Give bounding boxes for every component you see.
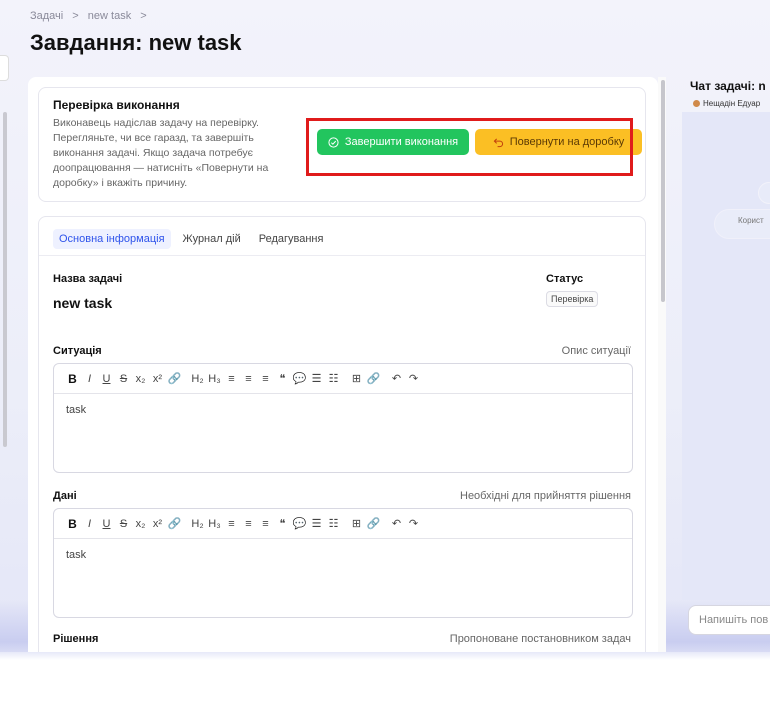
- heading3-button[interactable]: H₃: [206, 373, 223, 385]
- ordered-list-icon[interactable]: ☷: [325, 372, 342, 385]
- heading2-button[interactable]: H₂: [189, 373, 206, 385]
- chat-title: Чат задачі: n: [690, 79, 766, 93]
- main-panel: Перевірка виконання Виконавець надіслав …: [28, 77, 658, 652]
- align-center-icon[interactable]: ≡: [240, 373, 257, 385]
- breadcrumb: Задачі > new task >: [30, 10, 153, 22]
- link-icon[interactable]: 🔗: [365, 372, 382, 385]
- bullet-list-icon[interactable]: ☰: [308, 372, 325, 385]
- situation-label: Ситуація: [53, 345, 102, 357]
- data-hint: Необхідні для прийняття рішення: [460, 490, 631, 502]
- heading2-button[interactable]: H₂: [189, 518, 206, 530]
- review-title: Перевірка виконання: [53, 98, 180, 112]
- breadcrumb-separator: >: [140, 10, 147, 22]
- link-icon[interactable]: 🔗: [365, 517, 382, 530]
- page-title: Завдання: new task: [30, 30, 242, 55]
- align-right-icon[interactable]: ≡: [257, 373, 274, 385]
- align-left-icon[interactable]: ≡: [223, 373, 240, 385]
- tabs-divider: [39, 255, 645, 256]
- solution-hint: Пропоноване постановником задач: [449, 633, 631, 645]
- tab-main-info[interactable]: Основна інформація: [53, 229, 171, 249]
- solution-label: Рішення: [53, 633, 99, 645]
- highlight-box: [306, 118, 633, 176]
- main-scrollbar-thumb[interactable]: [661, 80, 665, 302]
- review-description: Виконавець надіслав задачу на перевірку.…: [53, 117, 269, 189]
- breadcrumb-item-tasks[interactable]: Задачі: [30, 10, 63, 22]
- subscript-button[interactable]: x₂: [132, 373, 149, 385]
- comment-icon[interactable]: 💬: [291, 372, 308, 385]
- chat-panel: Чат задачі: n Нещадін Едуар Корист Напиш…: [682, 77, 770, 652]
- superscript-button[interactable]: x²: [149, 518, 166, 530]
- data-editor[interactable]: B I U S x₂ x² 🔗 H₂ H₃ ≡ ≡ ≡ ❝ 💬 ☰ ☷ ⊞ 🔗 …: [53, 508, 633, 618]
- chat-placeholder-bubble: [758, 182, 770, 204]
- subscript-button[interactable]: x₂: [132, 518, 149, 530]
- redo-icon[interactable]: ↷: [405, 517, 422, 530]
- status-badge: Перевірка: [546, 291, 599, 307]
- breadcrumb-item-current[interactable]: new task: [88, 10, 131, 22]
- quote-icon[interactable]: ❝: [274, 372, 291, 385]
- data-label: Дані: [53, 490, 77, 502]
- data-content[interactable]: task: [54, 539, 632, 571]
- task-name-label: Назва задачі: [53, 273, 123, 285]
- editor-toolbar: B I U S x₂ x² 🔗 H₂ H₃ ≡ ≡ ≡ ❝ 💬 ☰ ☷ ⊞ 🔗 …: [54, 364, 632, 394]
- ordered-list-icon[interactable]: ☷: [325, 517, 342, 530]
- editor-toolbar: B I U S x₂ x² 🔗 H₂ H₃ ≡ ≡ ≡ ❝ 💬 ☰ ☷ ⊞ 🔗 …: [54, 509, 632, 539]
- tab-edit[interactable]: Редагування: [253, 229, 330, 249]
- strikethrough-button[interactable]: S: [115, 373, 132, 385]
- redo-icon[interactable]: ↷: [405, 372, 422, 385]
- comment-icon[interactable]: 💬: [291, 517, 308, 530]
- undo-icon[interactable]: ↶: [388, 517, 405, 530]
- chat-participant: Нещадін Едуар: [693, 99, 760, 108]
- table-icon[interactable]: ⊞: [348, 517, 365, 530]
- underline-button[interactable]: U: [98, 518, 115, 530]
- bullet-list-icon[interactable]: ☰: [308, 517, 325, 530]
- breadcrumb-separator: >: [72, 10, 79, 22]
- align-left-icon[interactable]: ≡: [223, 518, 240, 530]
- review-card: Перевірка виконання Виконавець надіслав …: [38, 87, 646, 202]
- collapse-handle[interactable]: [0, 55, 9, 81]
- chat-placeholder-text: Корист: [714, 209, 770, 239]
- strikethrough-button[interactable]: S: [115, 518, 132, 530]
- quote-icon[interactable]: ❝: [274, 517, 291, 530]
- align-center-icon[interactable]: ≡: [240, 518, 257, 530]
- chat-messages: Корист: [682, 112, 770, 600]
- info-card: Основна інформація Журнал дій Редагуванн…: [38, 216, 646, 652]
- task-name: new task: [53, 295, 113, 311]
- situation-content[interactable]: task: [54, 394, 632, 426]
- tab-bar: Основна інформація Журнал дій Редагуванн…: [53, 229, 329, 249]
- align-right-icon[interactable]: ≡: [257, 518, 274, 530]
- avatar: [693, 100, 700, 108]
- chat-message-input[interactable]: Напишіть пов: [688, 605, 770, 635]
- heading3-button[interactable]: H₃: [206, 518, 223, 530]
- underline-button[interactable]: U: [98, 373, 115, 385]
- link-icon[interactable]: 🔗: [166, 517, 183, 530]
- bold-button[interactable]: B: [64, 372, 81, 386]
- situation-hint: Опис ситуації: [561, 345, 631, 357]
- italic-button[interactable]: I: [81, 518, 98, 530]
- italic-button[interactable]: I: [81, 373, 98, 385]
- table-icon[interactable]: ⊞: [348, 372, 365, 385]
- superscript-button[interactable]: x²: [149, 373, 166, 385]
- left-scrollbar[interactable]: [3, 112, 7, 447]
- chat-user-name: Нещадін Едуар: [703, 99, 761, 108]
- status-label: Статус: [546, 273, 584, 285]
- link-icon[interactable]: 🔗: [166, 372, 183, 385]
- bold-button[interactable]: B: [64, 517, 81, 531]
- undo-icon[interactable]: ↶: [388, 372, 405, 385]
- situation-editor[interactable]: B I U S x₂ x² 🔗 H₂ H₃ ≡ ≡ ≡ ❝ 💬 ☰ ☷ ⊞ 🔗 …: [53, 363, 633, 473]
- tab-activity-log[interactable]: Журнал дій: [177, 229, 247, 249]
